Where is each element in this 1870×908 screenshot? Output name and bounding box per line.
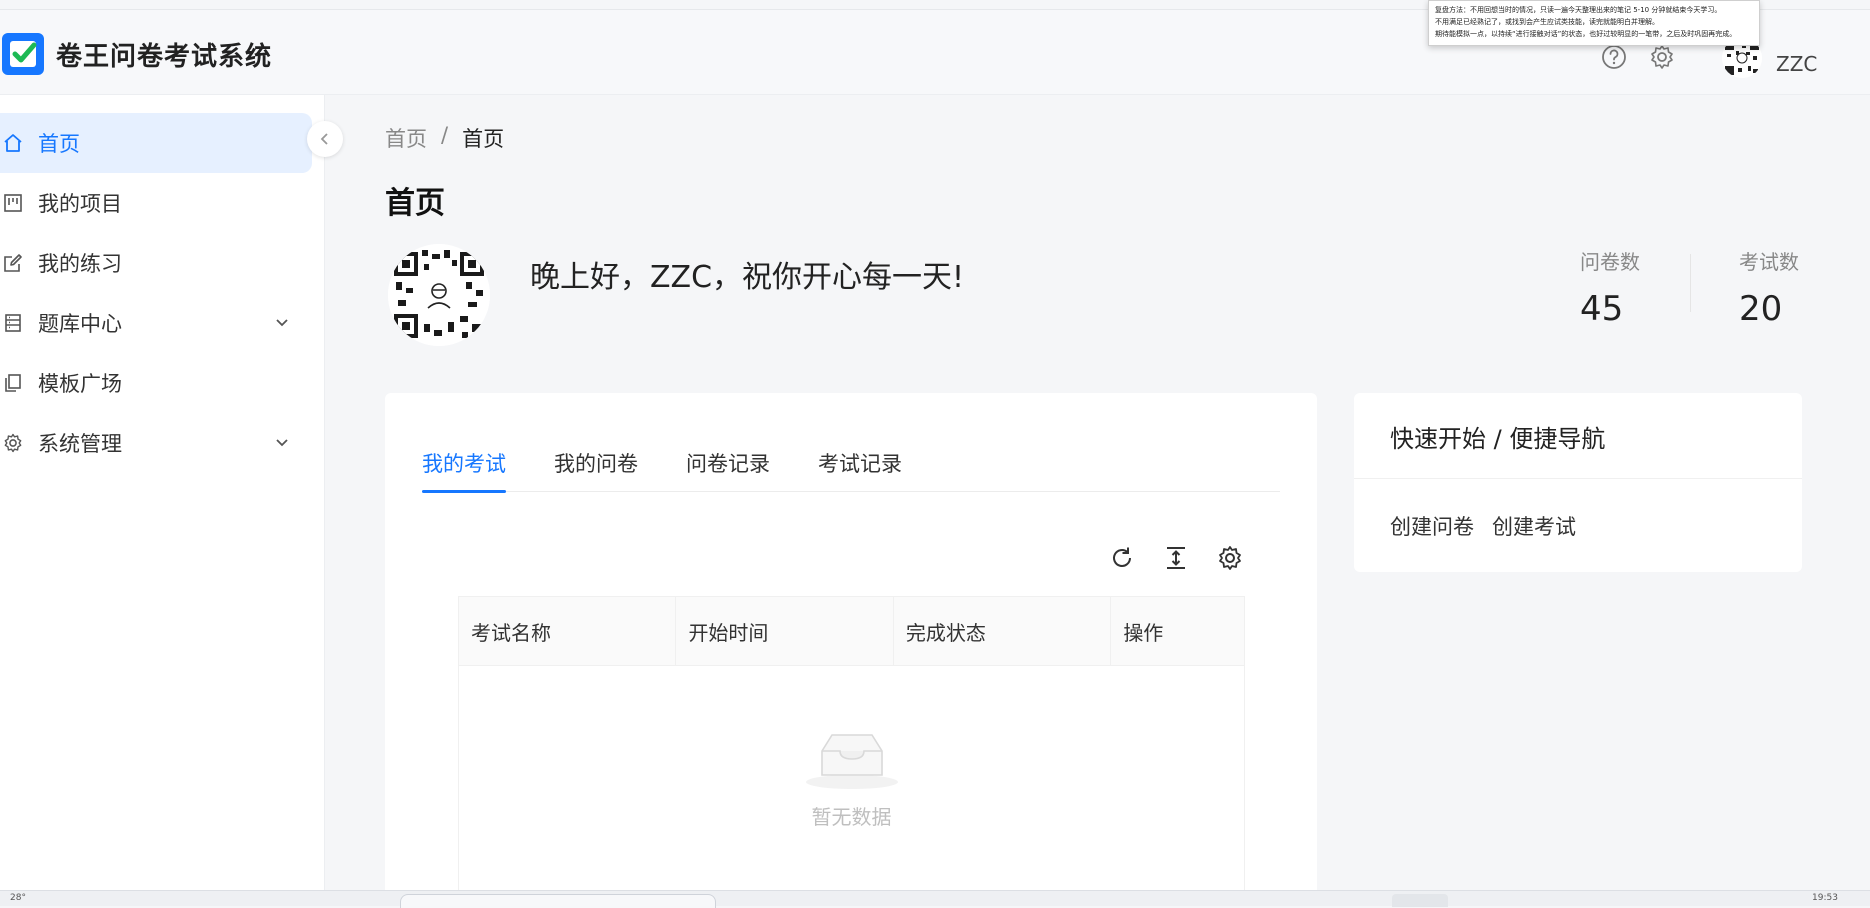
sidebar-item-practice[interactable]: 我的练习: [0, 233, 312, 293]
stat-label: 考试数: [1739, 250, 1799, 274]
exam-count-stat: 考试数 20: [1739, 246, 1799, 329]
notes-popup: 复盘方法：不用回想当时的情况，只读一遍今天整理出来的笔记 5-10 分钟就结束今…: [1428, 0, 1760, 46]
create-exam-link[interactable]: 创建考试: [1492, 511, 1576, 541]
chevron-left-icon: [320, 133, 328, 145]
checkmark-logo-icon: [2, 33, 44, 75]
page-title: 首页: [385, 186, 445, 221]
reload-icon[interactable]: [1107, 543, 1137, 573]
gear-icon: [2, 432, 24, 454]
popup-line: 期待能模拟一点，以持续“进行接触对话”的状态，也好过较明显的一笔带，之后及时巩固…: [1435, 30, 1737, 38]
sidebar-item-question-bank[interactable]: 题库中心: [0, 293, 312, 353]
column-header: 操作: [1123, 621, 1164, 645]
column-header: 开始时间: [676, 597, 894, 666]
tab-my-surveys[interactable]: 我的问卷: [554, 448, 638, 492]
header-username[interactable]: ZZC: [1776, 52, 1817, 76]
sidebar-collapse-button[interactable]: [307, 121, 343, 157]
sidebar-item-system[interactable]: 系统管理: [0, 413, 312, 473]
sidebar-item-projects[interactable]: 我的项目: [0, 173, 312, 233]
column-height-icon[interactable]: [1161, 543, 1191, 573]
home-icon: [2, 132, 24, 154]
sidebar-item-label: 我的练习: [38, 252, 122, 276]
empty-state: 暂无数据: [459, 727, 1244, 830]
column-header: 完成状态: [894, 597, 1112, 666]
quick-nav-title: 快速开始 / 便捷导航: [1390, 425, 1606, 453]
copy-icon: [2, 372, 24, 394]
settings-icon[interactable]: [1215, 543, 1245, 573]
table-header: 考试名称 开始时间 完成状态 操作: [459, 597, 1244, 666]
breadcrumb-item[interactable]: 首页: [385, 123, 427, 153]
divider: [1354, 478, 1802, 479]
quick-nav-card: 快速开始 / 便捷导航 创建问卷 创建考试: [1354, 393, 1802, 572]
breadcrumb-separator: /: [441, 123, 449, 147]
breadcrumb-current: 首页: [462, 127, 505, 151]
stat-divider: [1690, 254, 1691, 312]
stat-value: 20: [1739, 289, 1783, 329]
records-card: 我的考试 我的问卷 问卷记录 考试记录 考试名称 开始时间 完成状态 操作 暂无…: [385, 393, 1317, 906]
app-title: 卷王问卷考试系统: [56, 41, 273, 72]
sidebar-item-label: 系统管理: [38, 432, 122, 456]
breadcrumb: 首页 / 首页: [385, 123, 504, 153]
sidebar-item-templates[interactable]: 模板广场: [0, 353, 312, 413]
chevron-down-icon: [272, 313, 292, 333]
taskbar-clock: 19:53: [1812, 893, 1838, 903]
popup-line: 复盘方法：不用回想当时的情况，只读一遍今天整理出来的笔记 5-10 分钟就结束今…: [1435, 6, 1722, 14]
stat-value: 45: [1580, 289, 1624, 329]
stat-label: 问卷数: [1580, 250, 1640, 274]
database-icon: [2, 312, 24, 334]
tab-my-exams[interactable]: 我的考试: [422, 448, 506, 493]
chevron-down-icon: [272, 433, 292, 453]
sidebar-item-label: 模板广场: [38, 372, 122, 396]
sidebar-item-label: 我的项目: [38, 192, 122, 216]
sidebar: 首页 我的项目 我的练习 题库中心 模板广场 系统管理: [0, 95, 325, 890]
empty-inbox-icon: [805, 734, 898, 789]
survey-count-stat: 问卷数 45: [1580, 246, 1640, 329]
tab-survey-records[interactable]: 问卷记录: [686, 448, 770, 492]
greeting-text: 晚上好，ZZC，祝你开心每一天!: [530, 260, 965, 295]
create-survey-link[interactable]: 创建问卷: [1390, 511, 1474, 541]
os-taskbar: 28° 19:53: [0, 890, 1870, 908]
quick-nav-links: 创建问卷 创建考试: [1390, 511, 1576, 541]
user-avatar: [388, 244, 490, 346]
weather-temp: 28°: [10, 893, 26, 903]
tab-exam-records[interactable]: 考试记录: [818, 448, 902, 492]
sidebar-item-home[interactable]: 首页: [0, 113, 312, 173]
column-header: 考试名称: [459, 597, 677, 666]
tab-bar: 我的考试 我的问卷 问卷记录 考试记录: [422, 448, 1280, 493]
empty-text: 暂无数据: [811, 805, 892, 829]
edit-icon: [2, 252, 24, 274]
sidebar-item-label: 题库中心: [38, 312, 122, 336]
popup-line: 不用满足已经熟记了，或找到会产生应试类技能，读完就能明白并理解。: [1435, 18, 1659, 26]
app-logo[interactable]: 卷王问卷考试系统: [2, 33, 272, 75]
taskbar-app[interactable]: [1392, 894, 1448, 907]
project-icon: [2, 192, 24, 214]
exam-table: 考试名称 开始时间 完成状态 操作 暂无数据: [458, 596, 1245, 906]
sidebar-item-label: 首页: [38, 132, 80, 156]
